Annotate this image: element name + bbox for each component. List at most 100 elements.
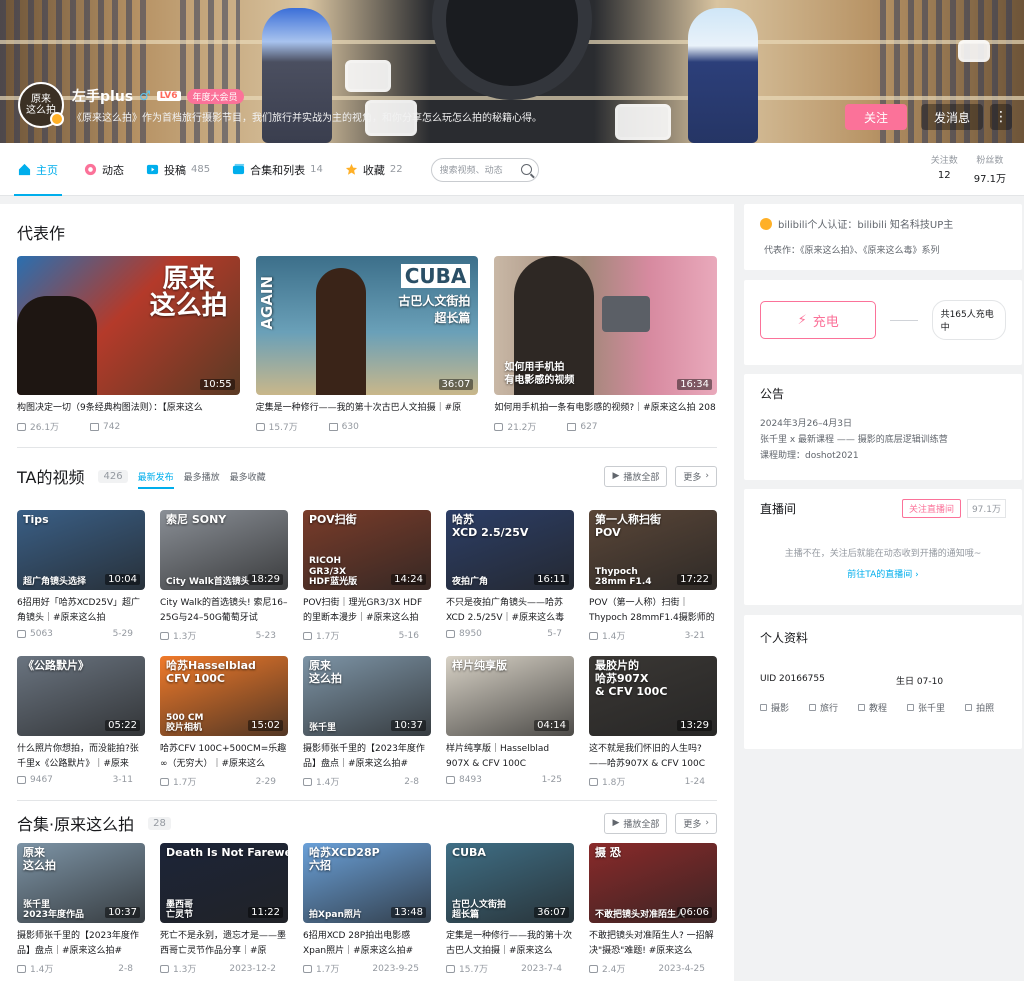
video-thumbnail[interactable]: 最胶片的 哈苏907X & CFV 100C 13:29 (589, 656, 717, 737)
video-title[interactable]: 6招用XCD 28P拍出电影感Xpan照片｜#原来这么拍# (303, 929, 431, 959)
video-thumbnail[interactable]: AGAIN CUBA 古巴人文街拍 超长篇 36:07 (255, 256, 479, 395)
video-card[interactable]: Tips 超广角镜头选择 10:04 6招用好「哈苏XCD25V」超广角镜头｜#… (17, 510, 145, 642)
publish-date: 5-16 (398, 630, 419, 641)
video-card[interactable]: 哈苏Hasselblad CFV 100C 500 CM 胶片相机 15:02 … (160, 656, 288, 788)
thumb-person (17, 296, 97, 395)
video-card[interactable]: 哈苏XCD28P 六招 拍Xpan照片 13:48 6招用XCD 28P拍出电影… (303, 843, 431, 975)
thumb-overlay-text: 哈苏XCD28P 六招 (309, 846, 380, 872)
video-card[interactable]: 样片纯享版 04:14 样片纯享版｜Hasselblad 907X & CFV … (446, 656, 574, 788)
video-title[interactable]: 不敢把镜头对准陌生人? 一招解决"摄恐"难题! #原来这么 (589, 929, 717, 959)
video-title[interactable]: 样片纯享版｜Hasselblad 907X & CFV 100C (446, 742, 574, 772)
tag-item[interactable]: 拍照 (965, 701, 994, 714)
fans-stat[interactable]: 粉丝数 97.1万 (974, 153, 1006, 185)
tv-mascot-icon (615, 104, 671, 140)
tab-most-favorited[interactable]: 最多收藏 (230, 470, 266, 483)
verified-badge-icon (50, 112, 64, 126)
video-title[interactable]: 定集是一种修行——我的第十次古巴人文拍摄｜#原来这么 (446, 929, 574, 959)
following-stat[interactable]: 关注数 12 (931, 153, 958, 185)
featured-video-card[interactable]: 原来 这么拍 10:55 构图决定一切（9条经典构图法则）：【原来这么 26.1… (17, 256, 240, 433)
video-title[interactable]: 6招用好「哈苏XCD25V」超广角镜头｜#原来这么拍 (17, 596, 145, 626)
follow-button[interactable]: 关注 (845, 104, 907, 130)
tab-uploads[interactable]: 投稿 485 (146, 143, 210, 196)
video-thumbnail[interactable]: 第一人称扫街 POV Thypoch 28mm F1.4 17:22 (589, 510, 717, 591)
video-card[interactable]: 《公路默片》 05:22 什么照片你想拍，而没能拍?张千里x《公路默片》｜#原来… (17, 656, 145, 788)
video-card[interactable]: CUBA 古巴人文街拍 超长篇 36:07 定集是一种修行——我的第十次古巴人文… (446, 843, 574, 975)
video-title[interactable]: 如何用手机拍一条有电影感的视频?｜#原来这么拍 208 (494, 401, 717, 416)
video-thumbnail[interactable]: 如何用手机拍 有电影感的视频 16:34 (494, 256, 718, 395)
video-title[interactable]: 哈苏CFV 100C+500CM=乐趣∞（无穷大）｜#原来这么 (160, 742, 288, 772)
video-card[interactable]: 原来 这么拍 张千里 10:37 摄影师张千里的【2023年度作品】盘点｜#原来… (303, 656, 431, 788)
tab-dynamic[interactable]: 动态 (84, 143, 124, 196)
video-title[interactable]: POV扫街｜理光GR3/3X HDF的里断本漫步｜#原来这么拍 (303, 596, 431, 626)
more-button[interactable]: 更多 › (675, 465, 717, 487)
charge-count[interactable]: 共165人充电中 (931, 300, 1006, 340)
video-thumbnail[interactable]: 原来 这么拍 张千里 2023年度作品 10:37 (17, 843, 145, 924)
more-icon[interactable]: ⋮ (990, 104, 1012, 130)
video-title[interactable]: 定集是一种修行——我的第十次古巴人文拍摄｜#原 (256, 401, 479, 416)
tab-collections[interactable]: 合集和列表 14 (232, 143, 323, 196)
video-thumbnail[interactable]: 哈苏Hasselblad CFV 100C 500 CM 胶片相机 15:02 (160, 656, 288, 737)
tab-most-played[interactable]: 最多播放 (184, 470, 220, 483)
video-card[interactable]: 最胶片的 哈苏907X & CFV 100C 13:29 这不就是我们怀旧的人生… (589, 656, 717, 788)
video-title[interactable]: City Walk的首选镜头! 索尼16–25G与24–50G葡萄牙试 (160, 596, 288, 626)
video-thumbnail[interactable]: 《公路默片》 05:22 (17, 656, 145, 737)
video-thumbnail[interactable]: 哈苏XCD28P 六招 拍Xpan照片 13:48 (303, 843, 431, 924)
uid-value[interactable]: 20166755 (779, 674, 825, 684)
video-thumbnail[interactable]: POV扫街 RICOH GR3/3X HDF蓝光版 14:24 (303, 510, 431, 591)
tab-home[interactable]: 主页 (14, 143, 62, 196)
play-all-button[interactable]: ▶ 播放全部 (604, 465, 668, 487)
collection-title[interactable]: 合集·原来这么拍 (17, 811, 134, 835)
video-title[interactable]: 什么照片你想拍，而没能拍?张千里x《公路默片》｜#原来 (17, 742, 145, 772)
search-input[interactable]: 搜索视频、动态 (430, 157, 539, 182)
featured-video-card[interactable]: AGAIN CUBA 古巴人文街拍 超长篇 36:07 定集是一种修行——我的第… (255, 256, 479, 433)
video-title[interactable]: POV（第一人称）扫街｜Thypoch 28mmF1.4摄影师的 (589, 596, 717, 626)
vip-badge[interactable]: 年度大会员 (186, 88, 244, 104)
video-thumbnail[interactable]: CUBA 古巴人文街拍 超长篇 36:07 (446, 843, 574, 924)
video-title[interactable]: 摄影师张千里的【2023年度作品】盘点｜#原来这么拍# (17, 929, 145, 959)
video-title[interactable]: 这不就是我们怀旧的人生吗?——哈苏907X & CFV 100C (589, 742, 717, 772)
charge-label: 充电 (812, 314, 839, 330)
collection-play-all-button[interactable]: ▶ 播放全部 (604, 812, 668, 834)
video-title[interactable]: 不只是夜拍广角镜头——哈苏XCD 2.5/25V｜#原来这么毒 (446, 596, 574, 626)
video-title[interactable]: 摄影师张千里的【2023年度作品】盘点｜#原来这么拍# (303, 742, 431, 772)
video-card[interactable]: 第一人称扫街 POV Thypoch 28mm F1.4 17:22 POV（第… (589, 510, 717, 642)
video-thumbnail[interactable]: 原来 这么拍 10:55 (17, 256, 240, 395)
video-card[interactable]: Death Is Not Farewell 墨西哥 亡灵节 11:22 死亡不是… (160, 843, 288, 975)
video-title[interactable]: 死亡不是永别，遗忘才是——墨西哥亡灵节作品分享｜#原 (160, 929, 288, 959)
message-button[interactable]: 发消息 (921, 104, 983, 130)
collection-more-button[interactable]: 更多 › (675, 812, 717, 834)
video-duration: 10:55 (199, 379, 235, 390)
certification-card: bilibili个人认证：bilibili 知名科技UP主 代表作：《原来这么拍… (744, 204, 1022, 270)
tab-favorites[interactable]: 收藏 22 (345, 143, 403, 196)
video-thumbnail[interactable]: 索尼 SONY City Walk首选镜头 18:29 (160, 510, 288, 591)
tv-mascot-icon (958, 40, 990, 62)
avatar[interactable]: 原来 这么拍 (18, 82, 64, 128)
video-thumbnail[interactable]: 原来 这么拍 张千里 10:37 (303, 656, 431, 737)
publish-date: 1-25 (541, 775, 562, 786)
video-card[interactable]: POV扫街 RICOH GR3/3X HDF蓝光版 14:24 POV扫街｜理光… (303, 510, 431, 642)
tag-icon (858, 704, 866, 711)
tag-item[interactable]: 旅行 (809, 701, 838, 714)
go-to-live-link[interactable]: 前往TA的直播间 › (760, 567, 1006, 580)
publish-date: 2023-4-25 (658, 963, 705, 974)
video-thumbnail[interactable]: 样片纯享版 04:14 (446, 656, 574, 737)
video-card[interactable]: 摄 恐 不敢把镜头对准陌生人 06:06 不敢把镜头对准陌生人? 一招解决"摄恐… (589, 843, 717, 975)
tag-item[interactable]: 摄影 (760, 701, 789, 714)
video-title[interactable]: 构图决定一切（9条经典构图法则）：【原来这么 (17, 401, 240, 416)
video-thumbnail[interactable]: Tips 超广角镜头选择 10:04 (17, 510, 145, 591)
video-card[interactable]: 索尼 SONY City Walk首选镜头 18:29 City Walk的首选… (160, 510, 288, 642)
charge-button[interactable]: ⚡ 充电 (760, 301, 877, 339)
featured-video-card[interactable]: 如何用手机拍 有电影感的视频 16:34 如何用手机拍一条有电影感的视频?｜#原… (494, 256, 718, 433)
video-thumbnail[interactable]: 摄 恐 不敢把镜头对准陌生人 06:06 (589, 843, 717, 924)
tag-item[interactable]: 张千里 (907, 701, 945, 714)
video-card[interactable]: 原来 这么拍 张千里 2023年度作品 10:37 摄影师张千里的【2023年度… (17, 843, 145, 975)
video-thumbnail[interactable]: 哈苏 XCD 2.5/25V 夜拍广角 16:11 (446, 510, 574, 591)
tag-item[interactable]: 教程 (858, 701, 887, 714)
username[interactable]: 左手plus (72, 86, 133, 106)
search-icon[interactable] (520, 164, 532, 175)
tab-latest[interactable]: 最新发布 (137, 470, 174, 489)
follow-live-button[interactable]: 关注直播间 (901, 499, 961, 518)
video-thumbnail[interactable]: Death Is Not Farewell 墨西哥 亡灵节 11:22 (160, 843, 288, 924)
video-card[interactable]: 哈苏 XCD 2.5/25V 夜拍广角 16:11 不只是夜拍广角镜头——哈苏X… (446, 510, 574, 642)
upload-icon (146, 164, 159, 175)
